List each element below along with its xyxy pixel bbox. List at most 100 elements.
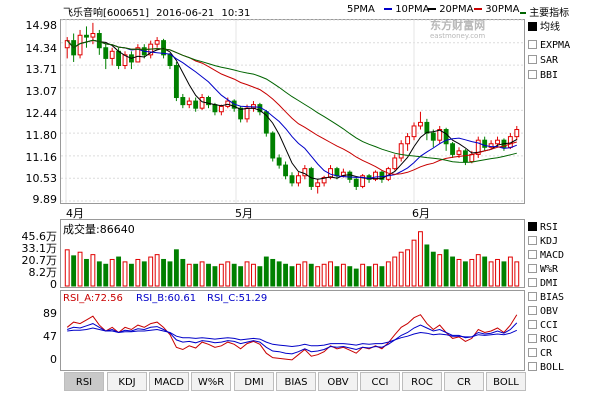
volume-bar — [90, 254, 96, 287]
volume-bar — [373, 263, 378, 287]
volume-bar — [385, 261, 391, 287]
checkbox-icon — [528, 347, 537, 357]
volume-bar — [231, 263, 237, 287]
volume-bar — [501, 261, 507, 287]
ma20-line — [66, 39, 517, 175]
side-item-kdj[interactable]: KDJ — [528, 235, 558, 247]
candle-body — [193, 100, 199, 109]
volume-bar — [392, 256, 398, 287]
side-item-bias[interactable]: BIAS — [528, 291, 564, 303]
side-item-ma[interactable]: 均线 — [528, 21, 560, 33]
side-item-cci[interactable]: CCI — [528, 319, 558, 331]
side-item-roc[interactable]: ROC — [528, 333, 558, 345]
candle-body — [186, 100, 192, 106]
side-item-wr[interactable]: W%R — [528, 263, 558, 275]
checkbox-icon — [528, 305, 537, 315]
candle-body — [411, 125, 417, 138]
volume-bar — [507, 256, 513, 287]
side-item-bbi[interactable]: BBI — [528, 69, 558, 81]
volume-bar — [64, 249, 70, 287]
volume-bar — [251, 263, 256, 287]
tab-macd[interactable]: MACD — [149, 372, 189, 391]
stock-chart[interactable] — [0, 0, 590, 401]
candle-body — [96, 33, 102, 49]
side-item-rsi[interactable]: RSI — [528, 221, 558, 233]
tab-dmi[interactable]: DMI — [234, 372, 274, 391]
checkbox-icon — [528, 333, 537, 343]
checkbox-icon — [528, 361, 537, 371]
watermark-cn: 东方财富网 — [430, 19, 486, 32]
tab-cr[interactable]: CR — [444, 372, 484, 391]
checkbox-icon — [528, 249, 537, 259]
volume-bar — [180, 258, 186, 287]
volume-bar — [418, 231, 423, 287]
candle-body — [424, 121, 430, 134]
volume-bar — [276, 261, 282, 287]
volume-bar — [77, 251, 83, 287]
volume-bar — [122, 261, 128, 287]
volume-bar — [411, 239, 417, 287]
candle-body — [103, 47, 109, 59]
tab-bias[interactable]: BIAS — [276, 372, 316, 391]
side-item-obv[interactable]: OBV — [528, 305, 558, 317]
tab-wr[interactable]: W%R — [191, 372, 231, 391]
volume-bar — [218, 263, 224, 287]
candle-body — [225, 100, 231, 107]
volume-bar — [257, 266, 263, 287]
checkbox-icon — [528, 21, 537, 31]
volume-bar — [366, 266, 372, 287]
tab-rsi[interactable]: RSI — [64, 372, 104, 391]
volume-bar — [263, 256, 269, 287]
side-item-macd[interactable]: MACD — [528, 249, 564, 261]
candle-body — [289, 175, 295, 184]
volume-bar — [514, 261, 520, 287]
volume-bar — [462, 261, 468, 287]
candle-body — [199, 97, 205, 109]
volume-bar — [295, 263, 301, 287]
volume-bar — [96, 261, 102, 287]
volume-bar — [244, 261, 250, 287]
candle-body — [244, 107, 250, 120]
volume-bar — [469, 258, 475, 287]
ma5-line — [66, 39, 518, 180]
candle-body — [167, 54, 173, 67]
volume-bar — [450, 256, 455, 287]
candle-body — [418, 121, 423, 127]
volume-bar — [321, 263, 327, 287]
side-item-boll[interactable]: BOLL — [528, 361, 564, 373]
volume-bar — [109, 258, 115, 287]
tab-obv[interactable]: OBV — [318, 372, 358, 391]
candle-body — [392, 157, 398, 170]
volume-bar — [225, 261, 231, 287]
volume-bar — [437, 254, 443, 287]
watermark-en: eastmoney.com — [430, 32, 486, 40]
checkbox-icon — [528, 39, 537, 49]
candle-body — [450, 143, 455, 155]
candle-body — [315, 182, 321, 187]
tab-boll[interactable]: BOLL — [486, 372, 526, 391]
volume-bars — [64, 231, 520, 287]
tab-cci[interactable]: CCI — [360, 372, 400, 391]
side-item-cr[interactable]: CR — [528, 347, 552, 359]
checkbox-icon — [528, 54, 537, 64]
candle-body — [283, 164, 289, 177]
candle-body — [116, 50, 122, 67]
volume-bar — [398, 251, 404, 287]
watermark: 东方财富网 eastmoney.com — [430, 20, 485, 42]
volume-bar — [334, 266, 340, 287]
side-item-dmi[interactable]: DMI — [528, 277, 558, 289]
volume-bar — [238, 266, 244, 287]
tab-roc[interactable]: ROC — [402, 372, 442, 391]
candle-body — [353, 178, 359, 187]
candles — [64, 22, 520, 194]
candle-body — [212, 104, 218, 113]
side-item-sar[interactable]: SAR — [528, 54, 558, 66]
volume-bar — [186, 263, 192, 287]
checkbox-icon — [528, 221, 537, 231]
volume-bar — [289, 266, 295, 287]
candle-body — [443, 129, 449, 145]
volume-bar — [308, 263, 314, 287]
candle-body — [456, 150, 462, 155]
side-item-expma[interactable]: EXPMA — [528, 39, 570, 51]
tab-kdj[interactable]: KDJ — [107, 372, 147, 391]
